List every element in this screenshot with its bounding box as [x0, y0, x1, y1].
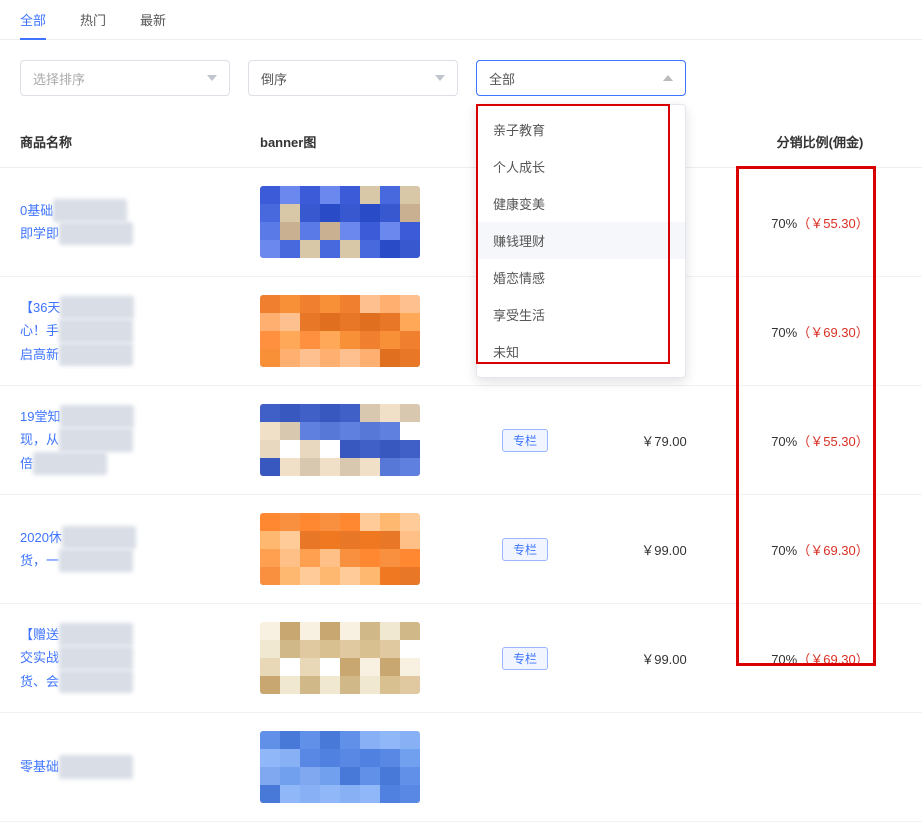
- banner-thumbnail: [260, 513, 420, 585]
- product-name-link[interactable]: 19堂知████████现，从████████倍████████: [20, 405, 250, 475]
- price-cell: ￥79.00: [590, 431, 738, 450]
- commission-cell: 70%（￥69.30）: [738, 322, 902, 341]
- commission-cell: 70%（￥55.30）: [738, 431, 902, 450]
- category-select[interactable]: 全部: [476, 60, 686, 96]
- table-row: 0基础████████即学即████████专栏70%（￥55.30）: [0, 168, 922, 277]
- dropdown-item[interactable]: 享受生活: [477, 296, 685, 333]
- dropdown-item[interactable]: 个人成长: [477, 148, 685, 185]
- dropdown-item[interactable]: 婚恋情感: [477, 259, 685, 296]
- commission-cell: 70%（￥69.30）: [738, 649, 902, 668]
- product-name-link[interactable]: 【赠送████████交实战████████货、会████████: [20, 623, 250, 693]
- product-name-link[interactable]: 2020休████████货，一████████: [20, 526, 250, 573]
- type-tag: 专栏: [502, 647, 548, 670]
- banner-thumbnail: [260, 622, 420, 694]
- price-cell: ￥99.00: [590, 649, 738, 668]
- col-banner: banner图: [260, 132, 460, 151]
- tab-all[interactable]: 全部: [20, 10, 46, 39]
- type-tag: 专栏: [502, 538, 548, 561]
- sort-placeholder: 选择排序: [33, 69, 85, 88]
- category-value: 全部: [489, 69, 515, 88]
- table-row: 【赠送████████交实战████████货、会████████ 专栏 ￥99.0…: [0, 604, 922, 713]
- dropdown-item[interactable]: 未知: [477, 333, 685, 370]
- table-row: 19堂知████████现，从████████倍████████ 专栏 ￥79.00…: [0, 386, 922, 495]
- commission-cell: 70%（￥69.30）: [738, 540, 902, 559]
- dropdown-item[interactable]: 健康变美: [477, 185, 685, 222]
- product-name-link[interactable]: 【36天████████心！手████████启高新████████: [20, 296, 250, 366]
- product-table: 商品名称 banner图 类型 分销比例(佣金) 0基础████████即学即█…: [0, 116, 922, 822]
- tabs-bar: 全部 热门 最新: [0, 0, 922, 40]
- chevron-down-icon: [207, 75, 217, 81]
- chevron-down-icon: [435, 75, 445, 81]
- table-row: 【36天████████心！手████████启高新████████专栏70%（…: [0, 277, 922, 386]
- category-dropdown: 亲子教育个人成长健康变美赚钱理财婚恋情感享受生活未知育儿: [476, 104, 686, 378]
- tab-hot[interactable]: 热门: [80, 10, 106, 39]
- type-tag: 专栏: [502, 429, 548, 452]
- tab-new[interactable]: 最新: [140, 10, 166, 39]
- dropdown-item[interactable]: 亲子教育: [477, 111, 685, 148]
- banner-thumbnail: [260, 731, 420, 803]
- banner-thumbnail: [260, 295, 420, 367]
- col-name: 商品名称: [20, 132, 260, 151]
- order-value: 倒序: [261, 69, 287, 88]
- chevron-up-icon: [663, 75, 673, 81]
- filters-row: 选择排序 倒序 全部 亲子教育个人成长健康变美赚钱理财婚恋情感享受生活未知育儿: [0, 40, 922, 116]
- dropdown-item[interactable]: 育儿: [477, 370, 685, 371]
- banner-thumbnail: [260, 404, 420, 476]
- col-rate: 分销比例(佣金): [738, 132, 902, 151]
- sort-select[interactable]: 选择排序: [20, 60, 230, 96]
- commission-cell: 70%（￥55.30）: [738, 213, 902, 232]
- order-select[interactable]: 倒序: [248, 60, 458, 96]
- price-cell: ￥99.00: [590, 540, 738, 559]
- product-name-link[interactable]: 零基础████████: [20, 755, 250, 778]
- product-name-link[interactable]: 0基础████████即学即████████: [20, 199, 250, 246]
- table-row: 2020休████████货，一████████ 专栏 ￥99.0070%（￥69.…: [0, 495, 922, 604]
- table-header: 商品名称 banner图 类型 分销比例(佣金): [0, 116, 922, 168]
- banner-thumbnail: [260, 186, 420, 258]
- dropdown-item[interactable]: 赚钱理财: [477, 222, 685, 259]
- table-row: 零基础████████: [0, 713, 922, 822]
